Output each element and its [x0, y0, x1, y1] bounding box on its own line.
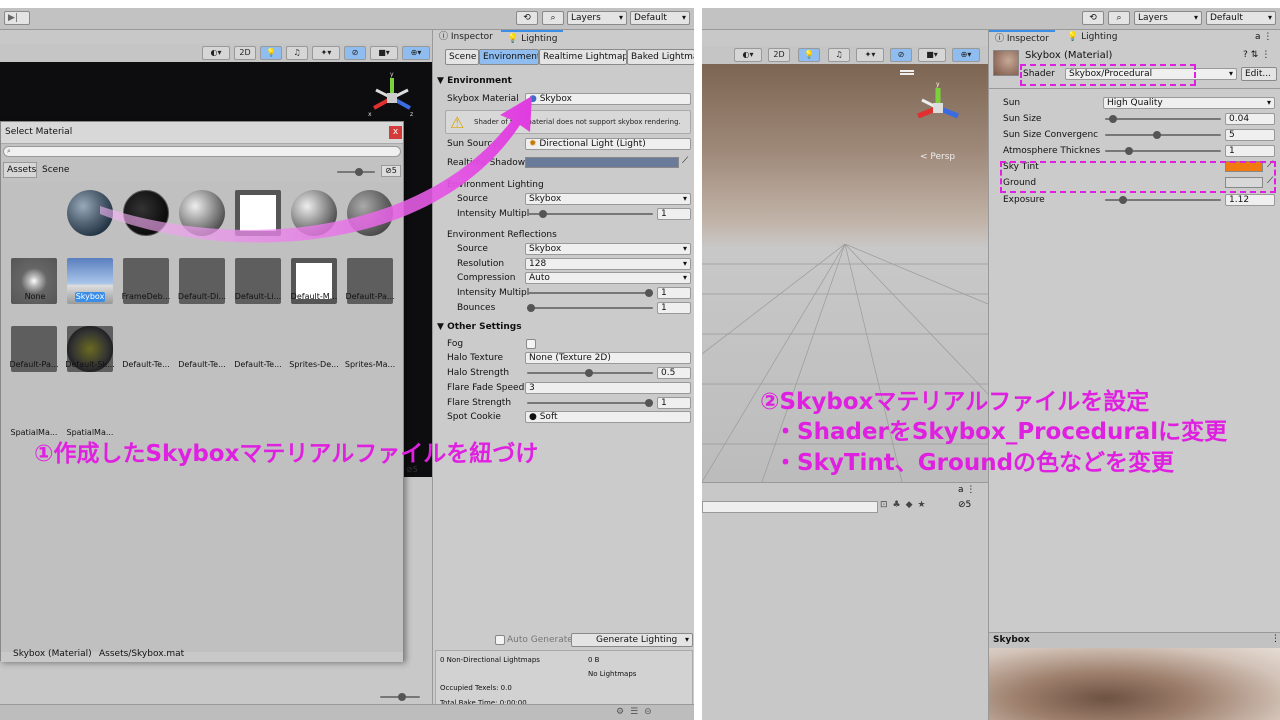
color-highlight [1000, 161, 1276, 193]
step2-title: ②Skyboxマテリアルファイルを設定 [760, 389, 1150, 415]
step2-line2: ・SkyTint、Groundの色などを変更 [774, 450, 1175, 476]
shader-highlight [1020, 64, 1196, 86]
step1-annotation: ①作成したSkyboxマテリアルファイルを紐づけ [34, 441, 539, 467]
step2-line1: ・ShaderをSkybox_Proceduralに変更 [774, 419, 1228, 445]
annotation-arrow [100, 96, 532, 243]
